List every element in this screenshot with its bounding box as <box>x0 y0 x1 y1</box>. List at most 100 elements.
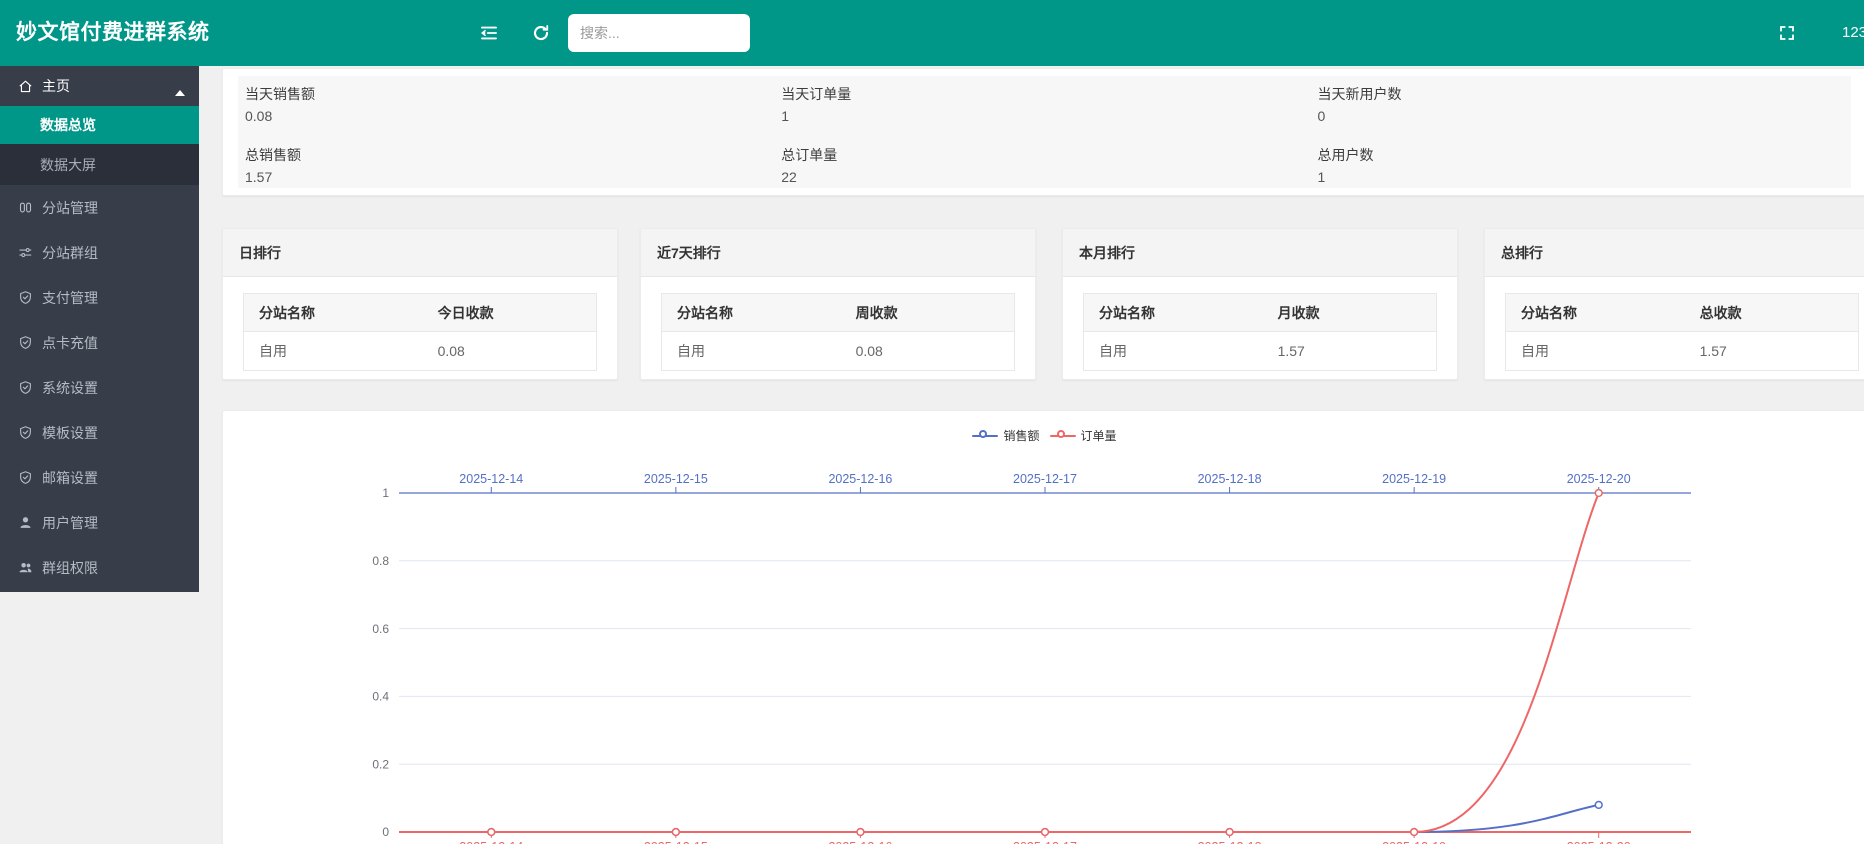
x-axis-bottom-label: 2025-12-17 <box>1013 840 1077 844</box>
ranking-card-title: 本月排行 <box>1063 229 1457 277</box>
ranking-table: 分站名称周收款自用0.08 <box>661 293 1015 371</box>
series-line <box>491 493 1598 832</box>
collapse-menu-icon <box>479 23 499 43</box>
table-cell: 1.57 <box>1278 343 1436 359</box>
header-username[interactable]: 12345 <box>1842 0 1864 66</box>
stats-card: 当天销售额0.08总销售额1.57当天订单量1总订单量22当天新用户数0总用户数… <box>222 68 1864 196</box>
component-icon <box>18 200 33 215</box>
sales-orders-chart[interactable]: 00.20.40.60.812025-12-142025-12-152025-1… <box>223 411 1864 844</box>
collapse-menu-button[interactable] <box>479 23 499 43</box>
stat-label: 当天销售额 <box>245 82 778 106</box>
sidebar-item-group-permissions[interactable]: 群组权限 <box>0 545 199 590</box>
table-cell: 自用 <box>244 341 438 361</box>
x-axis-bottom-label: 2025-12-19 <box>1382 840 1446 844</box>
stats-column: 当天销售额0.08总销售额1.57 <box>242 82 778 188</box>
shield-check-icon <box>18 470 33 485</box>
sidebar-item-home[interactable]: 主页 <box>0 66 199 106</box>
table-row: 自用1.57 <box>1084 332 1436 370</box>
x-axis-top-label: 2025-12-19 <box>1382 472 1446 486</box>
fullscreen-button[interactable] <box>1778 24 1796 42</box>
sidebar-item-email-settings[interactable]: 邮箱设置 <box>0 455 199 500</box>
sidebar-item-substation-management[interactable]: 分站管理 <box>0 185 199 230</box>
sidebar-item-label: 用户管理 <box>42 513 98 533</box>
table-row: 自用0.08 <box>244 332 596 370</box>
y-axis-label: 0.4 <box>372 690 389 704</box>
stat-label: 总销售额 <box>245 143 778 167</box>
sidebar-item-label: 群组权限 <box>42 558 98 578</box>
sidebar-item-payment-management[interactable]: 支付管理 <box>0 275 199 320</box>
legend-item-sales[interactable]: 销售额 <box>972 427 1039 444</box>
table-cell: 自用 <box>1506 341 1700 361</box>
home-icon <box>18 79 33 94</box>
sidebar-item-card-recharge[interactable]: 点卡充值 <box>0 320 199 365</box>
y-axis-label: 0 <box>382 825 389 839</box>
data-point <box>672 829 679 836</box>
sidebar-item-template-settings[interactable]: 模板设置 <box>0 410 199 455</box>
sidebar-item-label: 模板设置 <box>42 423 98 443</box>
sidebar-item-data-overview[interactable]: 数据总览 <box>0 106 199 144</box>
ranking-card-total: 总排行分站名称总收款自用1.57 <box>1484 228 1864 380</box>
stats-column: 当天订单量1总订单量22 <box>778 82 1314 188</box>
x-axis-bottom-label: 2025-12-20 <box>1567 840 1631 844</box>
stat-value: 1 <box>1318 167 1851 187</box>
ranking-card-title: 近7天排行 <box>641 229 1035 277</box>
table-header-cell: 周收款 <box>856 303 1014 323</box>
ranking-table: 分站名称总收款自用1.57 <box>1505 293 1859 371</box>
sidebar-item-label: 分站管理 <box>42 198 98 218</box>
sidebar-item-label: 系统设置 <box>42 378 98 398</box>
app-title: 妙文馆付费进群系统 <box>16 0 210 66</box>
stat-value: 0.08 <box>245 106 778 126</box>
table-row: 自用0.08 <box>662 332 1014 370</box>
legend-marker-icon <box>1050 430 1076 442</box>
sidebar-item-label: 点卡充值 <box>42 333 98 353</box>
sidebar-item-label: 邮箱设置 <box>42 468 98 488</box>
table-header-cell: 分站名称 <box>662 303 856 323</box>
data-point <box>1595 490 1602 497</box>
sidebar-item-substation-groups[interactable]: 分站群组 <box>0 230 199 275</box>
shield-check-icon <box>18 425 33 440</box>
table-row: 自用1.57 <box>1506 332 1858 370</box>
table-cell: 1.57 <box>1700 343 1858 359</box>
chevron-up-icon <box>175 83 185 89</box>
stat-value: 1 <box>781 106 1314 126</box>
x-axis-bottom-label: 2025-12-15 <box>644 840 708 844</box>
search-input[interactable] <box>568 14 750 52</box>
sliders-icon <box>18 245 33 260</box>
refresh-button[interactable] <box>531 23 551 43</box>
data-point <box>857 829 864 836</box>
table-header-row: 分站名称总收款 <box>1506 294 1858 332</box>
stats-column: 当天新用户数0总用户数1 <box>1315 82 1851 188</box>
data-point <box>488 829 495 836</box>
refresh-icon <box>531 23 551 43</box>
sidebar-submenu: 数据总览数据大屏 <box>0 106 199 185</box>
table-header-row: 分站名称今日收款 <box>244 294 596 332</box>
table-header-cell: 分站名称 <box>1084 303 1278 323</box>
table-cell: 0.08 <box>856 343 1014 359</box>
data-point <box>1411 829 1418 836</box>
x-axis-top-label: 2025-12-14 <box>459 472 523 486</box>
stat-label: 总用户数 <box>1318 143 1851 167</box>
sidebar-item-label: 主页 <box>42 76 70 96</box>
x-axis-top-label: 2025-12-18 <box>1198 472 1262 486</box>
y-axis-label: 0.6 <box>372 622 389 636</box>
x-axis-top-label: 2025-12-17 <box>1013 472 1077 486</box>
sidebar-item-system-settings[interactable]: 系统设置 <box>0 365 199 410</box>
x-axis-bottom-label: 2025-12-16 <box>828 840 892 844</box>
data-point <box>1226 829 1233 836</box>
shield-check-icon <box>18 380 33 395</box>
table-header-cell: 总收款 <box>1700 303 1858 323</box>
legend-item-orders[interactable]: 订单量 <box>1050 427 1117 444</box>
sidebar-item-user-management[interactable]: 用户管理 <box>0 500 199 545</box>
ranking-card-title: 总排行 <box>1485 229 1864 277</box>
shield-check-icon <box>18 335 33 350</box>
table-header-cell: 今日收款 <box>438 303 596 323</box>
y-axis-label: 1 <box>382 486 389 500</box>
x-axis-bottom-label: 2025-12-18 <box>1198 840 1262 844</box>
x-axis-top-label: 2025-12-20 <box>1567 472 1631 486</box>
fullscreen-icon <box>1778 24 1796 42</box>
shield-check-icon <box>18 290 33 305</box>
stat-label: 当天新用户数 <box>1318 82 1851 106</box>
legend-marker-icon <box>972 430 998 442</box>
sidebar-item-data-screen[interactable]: 数据大屏 <box>0 144 199 185</box>
table-cell: 自用 <box>1084 341 1278 361</box>
